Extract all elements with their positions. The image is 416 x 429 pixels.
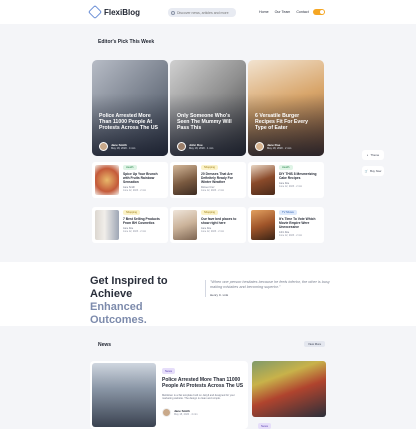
article-title[interactable]: 7 Best Selling Products From BH Cosmetic…: [123, 217, 165, 225]
post-date: June 12, 2023 · 2 min: [201, 189, 225, 192]
news-image: [92, 363, 156, 427]
news-card[interactable]: News Police Arrested More Than 11000 Peo…: [90, 361, 248, 429]
avatar: [99, 142, 108, 151]
post-date: June 12, 2023 · 2 min: [279, 185, 303, 188]
news-side-image[interactable]: [252, 361, 326, 417]
article-thumbnail: [251, 165, 275, 195]
featured-card-2[interactable]: Only Someone Who's Seen The Mummy Will P…: [170, 60, 246, 156]
article-thumbnail: [95, 210, 119, 240]
featured-card-3[interactable]: 6 Versatile Burger Recipes Fit For Every…: [248, 60, 324, 156]
quote-author: Henry C. Link: [210, 293, 229, 297]
editors-pick-title: Editor's Pick This Week: [98, 39, 155, 45]
inspire-heading: Get Inspired to Achieve Enhanced Outcome…: [90, 275, 202, 327]
cart-icon: 🛒: [364, 169, 369, 173]
featured-title-3[interactable]: 6 Versatile Burger Recipes Fit For Every…: [255, 113, 319, 132]
featured-author-1: Jane Smith May 18, 2020 · 4 min: [99, 142, 135, 151]
news-side-badge[interactable]: News: [258, 423, 271, 429]
article-thumbnail: [173, 165, 197, 195]
post-date: May 18, 2020 · 4 min: [111, 147, 136, 150]
featured-author-3: Jane Doe May 18, 2020 · 2 min: [255, 142, 291, 151]
inspire-line-1: Get Inspired to Achieve: [90, 275, 168, 300]
buy-now-button[interactable]: 🛒 Buy Now: [362, 166, 384, 176]
category-badge[interactable]: Shopping: [201, 165, 218, 170]
category-badge[interactable]: Health: [279, 165, 293, 170]
post-date: June 12, 2023 · 2 min: [279, 234, 303, 237]
featured-author-2: John Doe May 18, 2020 · 1 min: [177, 142, 213, 151]
article-title[interactable]: Our fave bed places to show right here: [201, 217, 243, 225]
article-card-6[interactable]: TV Shows It's Time To Vote Which Movie E…: [248, 207, 324, 243]
search-input[interactable]: [176, 10, 236, 15]
category-badge[interactable]: Shopping: [201, 210, 218, 215]
view-more-button[interactable]: View More: [304, 341, 326, 347]
theme-toggle[interactable]: [313, 9, 325, 15]
category-badge[interactable]: Health: [123, 165, 137, 170]
nav-our-team[interactable]: Our Team: [275, 10, 291, 14]
article-card-2[interactable]: Shopping 20 Dresses That Are Definitely …: [170, 162, 246, 198]
brand-logo[interactable]: FlexiBlog: [87, 4, 141, 20]
main-nav: Home Our Team Contact: [259, 10, 309, 14]
avatar: [177, 142, 186, 151]
inspire-line-2: Enhanced Outcomes.: [90, 301, 147, 326]
nav-home[interactable]: Home: [259, 10, 269, 14]
post-date: June 12, 2023 · 2 min: [123, 230, 147, 233]
article-card-5[interactable]: Shopping Our fave bed places to show rig…: [170, 207, 246, 243]
article-card-1[interactable]: Health Spice Up Your Brunch with Fruits …: [92, 162, 168, 198]
featured-title-1[interactable]: Police Arrested More Than 11000 People A…: [99, 113, 163, 132]
article-thumbnail: [173, 210, 197, 240]
article-title[interactable]: It's Time To Vote Which Movie Empire Wer…: [279, 217, 321, 229]
category-badge[interactable]: Shopping: [123, 210, 140, 215]
post-date: May 18, 2020 · 4 min: [174, 413, 198, 416]
theme-button[interactable]: ◐ Theme: [362, 150, 384, 160]
quote-text: "When one person hesitates because he fe…: [210, 280, 330, 289]
featured-card-1[interactable]: Police Arrested More Than 11000 People A…: [92, 60, 168, 156]
logo-icon: [87, 4, 103, 20]
toggle-knob: [320, 10, 324, 14]
palette-icon: ◐: [366, 153, 369, 157]
nav-contact[interactable]: Contact: [296, 10, 308, 14]
post-date: May 18, 2020 · 1 min: [189, 147, 214, 150]
quote-block: "When one person hesitates because he fe…: [205, 280, 335, 297]
brand-name: FlexiBlog: [104, 7, 141, 17]
buy-now-label: Buy Now: [370, 169, 382, 173]
news-badge[interactable]: News: [162, 368, 175, 374]
search-bar[interactable]: [168, 8, 236, 17]
category-badge[interactable]: TV Shows: [279, 210, 297, 215]
post-date: June 12, 2023 · 2 min: [123, 189, 147, 192]
avatar: [162, 408, 171, 417]
article-title[interactable]: 20 Dresses That Are Definitely Ready For…: [201, 172, 243, 184]
article-card-4[interactable]: Shopping 7 Best Selling Products From BH…: [92, 207, 168, 243]
article-thumbnail: [95, 165, 119, 195]
search-icon: [171, 10, 175, 15]
theme-label: Theme: [370, 153, 380, 157]
article-card-3[interactable]: Health DIY THIS 8 Mesmerizing Cake Recip…: [248, 162, 324, 198]
avatar: [255, 142, 264, 151]
article-title[interactable]: DIY THIS 8 Mesmerizing Cake Recipes: [279, 172, 321, 180]
news-excerpt: Meltdown is a flat template built on Jek…: [162, 394, 235, 401]
post-date: June 12, 2023 · 2 min: [201, 230, 225, 233]
news-section-title: News: [98, 342, 112, 348]
news-headline[interactable]: Police Arrested More Than 11000 People A…: [162, 377, 244, 389]
article-title[interactable]: Spice Up Your Brunch with Fruits Rainbow…: [123, 172, 165, 184]
article-thumbnail: [251, 210, 275, 240]
news-author: Jane Smith May 18, 2020 · 4 min: [162, 408, 197, 417]
featured-title-2[interactable]: Only Someone Who's Seen The Mummy Will P…: [177, 113, 241, 132]
top-header: FlexiBlog Home Our Team Contact: [0, 0, 416, 24]
post-date: May 18, 2020 · 2 min: [267, 147, 292, 150]
